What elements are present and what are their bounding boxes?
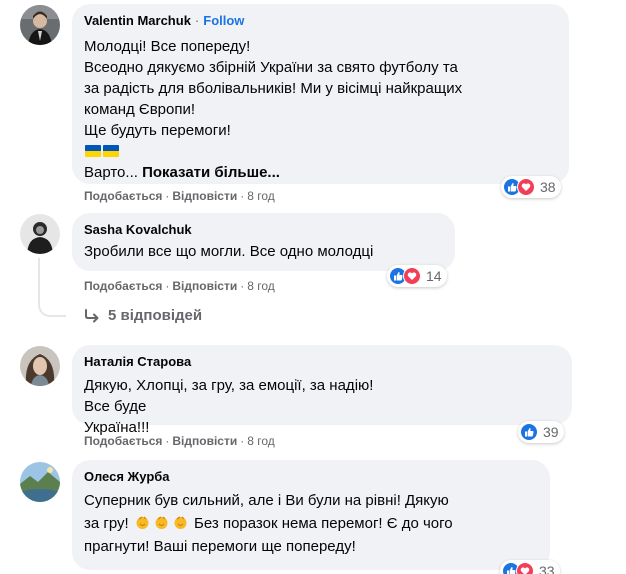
comment-line: Суперник був сильний, але і Ви були на р… — [84, 492, 449, 509]
comment-bubble: Sasha Kovalchuk Зробили все що могли. Вс… — [72, 213, 455, 271]
comment-bubble: Олеся Журба Суперник був сильний, але і … — [72, 460, 550, 570]
comment-text: Суперник був сильний, але і Ви були на р… — [84, 489, 538, 558]
comment-text: Дякую, Хлопці, за гру, за емоції, за над… — [84, 375, 560, 438]
reply-button[interactable]: Відповісти — [172, 279, 237, 293]
like-icon — [520, 423, 538, 441]
comment-text: Молодці! Все попереду! Всеодно дякуємо з… — [84, 36, 557, 183]
reaction-summary[interactable]: 14 — [387, 265, 447, 287]
reaction-summary[interactable]: 33 — [500, 560, 560, 574]
ukraine-flag-icon — [379, 379, 395, 391]
clapping-hands-icon — [155, 516, 168, 529]
reaction-summary[interactable]: 38 — [501, 176, 561, 198]
comment-line: Варто... — [84, 164, 138, 181]
comment-line: Зробили все що могли. Все одно молодці — [84, 243, 374, 260]
comment-valentin: Valentin Marchuk · Follow Молодці! Все поп… — [0, 0, 626, 210]
clapping-hands-icon — [136, 516, 149, 529]
like-button[interactable]: Подобається — [84, 434, 162, 448]
comment-actions: Подобається · Відповісти · 8 год — [84, 279, 275, 293]
comment-bubble: Наталія Старова Дякую, Хлопці, за гру, з… — [72, 345, 572, 436]
reaction-summary[interactable]: 39 — [518, 421, 564, 443]
view-replies-button[interactable]: 5 відповідей — [84, 307, 202, 324]
author-name[interactable]: Наталія Старова — [84, 353, 560, 370]
see-more-link[interactable]: Показати більше... — [142, 164, 280, 181]
love-icon — [516, 562, 534, 574]
comment-line: за радість для вболівальників! Ми у вісі… — [84, 80, 463, 97]
dot-separator: · — [194, 13, 200, 28]
timestamp[interactable]: 8 год — [247, 279, 275, 293]
avatar[interactable] — [20, 5, 60, 45]
comment-line: Без поразок нема перемог! Є до чого — [194, 515, 453, 532]
comment-line: Дякую, Хлопці, за гру, за емоції, за над… — [84, 377, 374, 394]
comment-line: команд Європи! — [84, 101, 196, 118]
thread-line — [38, 258, 40, 288]
comment-actions: Подобається · Відповісти · 8 год — [84, 189, 275, 203]
timestamp[interactable]: 8 год — [247, 434, 275, 448]
ukraine-flag-icon — [85, 145, 101, 157]
ukraine-flag-icon — [155, 421, 171, 433]
love-icon — [517, 178, 535, 196]
comment-line: Все буде — [84, 398, 147, 415]
like-button[interactable]: Подобається — [84, 189, 162, 203]
like-button[interactable]: Подобається — [84, 279, 162, 293]
ukraine-flag-icon — [236, 124, 252, 136]
reaction-count: 38 — [540, 179, 556, 195]
clapping-hands-icon — [174, 516, 187, 529]
author-name[interactable]: Олеся Журба — [84, 468, 538, 485]
reply-arrow-icon — [85, 308, 99, 322]
reply-button[interactable]: Відповісти — [172, 434, 237, 448]
reaction-count: 39 — [543, 424, 559, 440]
timestamp[interactable]: 8 год — [247, 189, 275, 203]
author-name[interactable]: Valentin Marchuk — [84, 13, 191, 28]
author-name[interactable]: Sasha Kovalchuk — [84, 221, 443, 238]
comment-bubble: Valentin Marchuk · Follow Молодці! Все поп… — [72, 4, 569, 184]
comment-actions: Подобається · Відповісти · 8 год — [84, 434, 275, 448]
thread-line — [38, 287, 66, 317]
comment-line: Молодці! Все попереду! — [84, 38, 251, 55]
reaction-count: 33 — [539, 563, 555, 574]
avatar[interactable] — [20, 346, 60, 386]
reaction-count: 14 — [426, 268, 442, 284]
follow-button[interactable]: Follow — [203, 13, 244, 28]
ukraine-flag-icon — [103, 145, 119, 157]
avatar[interactable] — [20, 462, 60, 502]
love-icon — [403, 267, 421, 285]
avatar[interactable] — [20, 214, 60, 254]
comment-line: Ще будуть перемоги! — [84, 122, 231, 139]
comment-text: Зробили все що могли. Все одно молодці — [84, 241, 443, 262]
reply-button[interactable]: Відповісти — [172, 189, 237, 203]
comment-line: Всеодно дякуємо збірній України за свято… — [84, 59, 458, 76]
comment-line: за гру! — [84, 515, 129, 532]
comment-line: прагнути! Ваші перемоги ще попереду! — [84, 538, 356, 555]
replies-count-label: 5 відповідей — [108, 307, 203, 324]
